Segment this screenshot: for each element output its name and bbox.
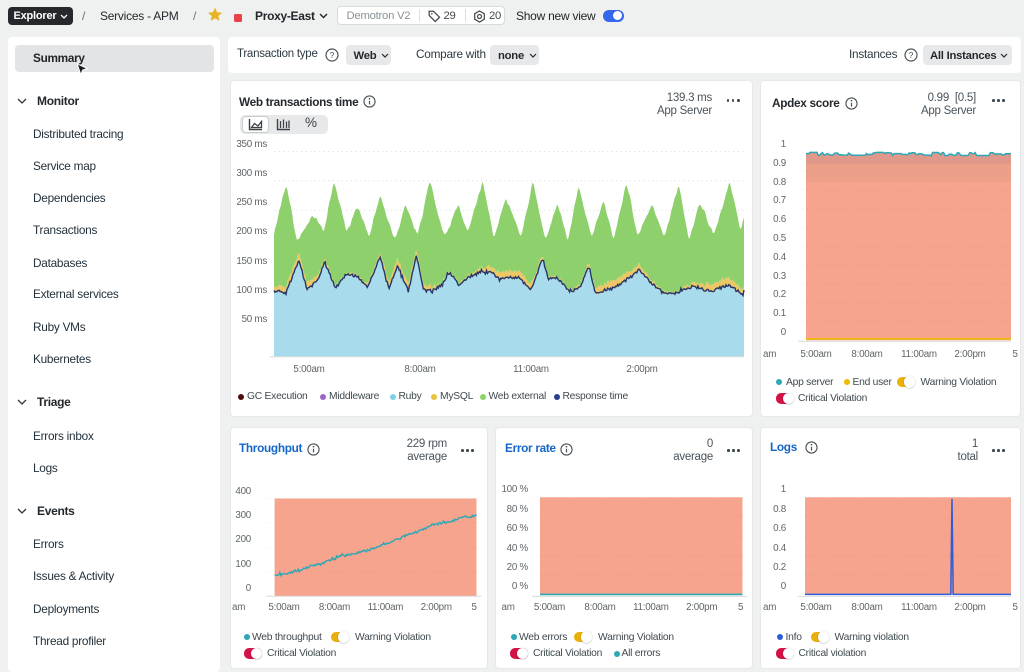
svg-text:?: ? xyxy=(330,49,335,59)
svg-text:?: ? xyxy=(909,49,914,59)
